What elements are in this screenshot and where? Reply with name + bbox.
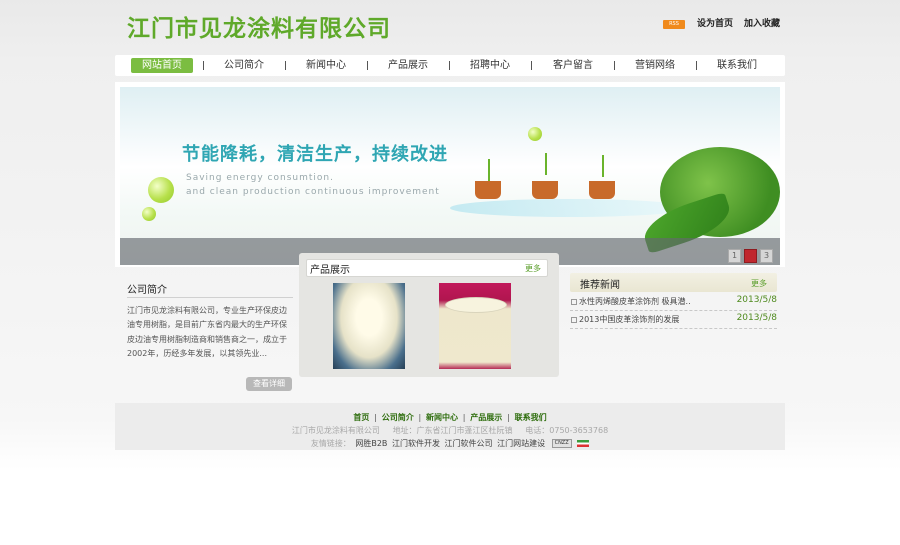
flowerpot-decoration	[475, 181, 501, 199]
banner-slogan: 节能降耗，清洁生产，持续改进	[182, 144, 448, 165]
footer: 首页 | 公司简介 | 新闻中心 | 产品展示 | 联系我们 江门市见龙涂料有限…	[115, 403, 785, 450]
slide-dot-2[interactable]: 2	[744, 249, 757, 263]
bullet-icon	[571, 317, 577, 323]
nav-item-jobs[interactable]: 招聘中心	[463, 58, 517, 73]
nav-item-network[interactable]: 营销网络	[628, 58, 682, 73]
product-image-2[interactable]	[439, 283, 511, 369]
slide-dot-3[interactable]: 3	[760, 249, 773, 263]
products-more-link[interactable]: 更多	[525, 263, 541, 274]
footer-links: 首页 | 公司简介 | 新闻中心 | 产品展示 | 联系我们	[115, 412, 785, 423]
footer-info: 江门市见龙涂料有限公司 地址：广东省江门市蓬江区杜阮镇 电话：0750-3653…	[115, 425, 785, 436]
products-title: 产品展示	[310, 265, 350, 276]
nav-item-home[interactable]: 网站首页	[131, 58, 193, 73]
flowerpot-decoration	[589, 181, 615, 199]
nav-item-products[interactable]: 产品展示	[381, 58, 435, 73]
news-item-title[interactable]: 2013中国皮革涂饰剂的发展	[579, 314, 679, 325]
set-homepage-link[interactable]: 设为首页	[697, 16, 733, 29]
footer-company: 江门市见龙涂料有限公司	[291, 426, 380, 435]
banner-slideshow[interactable]: 节能降耗，清洁生产，持续改进 Saving energy consumtion.…	[120, 87, 780, 265]
main-nav: 网站首页 公司简介 新闻中心 产品展示 招聘中心 客户留言 营销网络 联系我们	[115, 55, 785, 76]
friend-links: 友情链接： 网胜B2B 江门软件开发 江门软件公司 江门网站建设 CNZZ	[115, 438, 785, 449]
news-item[interactable]: 水性丙烯酸皮革涂饰剂 极具潜.. 2013/5/8	[570, 294, 777, 311]
footer-link-news[interactable]: 新闻中心	[426, 413, 458, 422]
nav-separator	[696, 61, 697, 70]
footer-link-about[interactable]: 公司简介	[382, 413, 414, 422]
bubble-decoration	[528, 127, 542, 141]
footer-separator: |	[462, 413, 466, 422]
friend-link[interactable]: 江门软件公司	[445, 439, 493, 448]
news-item[interactable]: 2013中国皮革涂饰剂的发展 2013/5/8	[570, 312, 777, 329]
slogan-en-line: Saving energy consumtion.	[186, 173, 334, 183]
nav-separator	[614, 61, 615, 70]
bullet-icon	[571, 299, 577, 305]
footer-link-home[interactable]: 首页	[353, 413, 369, 422]
nav-separator	[285, 61, 286, 70]
slogan-en-line: and clean production continuous improvem…	[186, 187, 440, 197]
cnzz-badge[interactable]: CNZZ	[551, 439, 572, 448]
flag-icon[interactable]	[577, 440, 590, 447]
footer-separator: |	[418, 413, 422, 422]
news-item-date: 2013/5/8	[736, 313, 777, 323]
bubble-decoration	[142, 207, 156, 221]
nav-item-contact[interactable]: 联系我们	[710, 58, 764, 73]
view-details-button[interactable]: 查看详细	[246, 377, 292, 391]
rss-icon[interactable]: RSS	[663, 20, 685, 29]
friend-link[interactable]: 江门软件开发	[392, 439, 440, 448]
cup-rim-decoration	[445, 297, 507, 313]
news-item-date: 2013/5/8	[736, 295, 777, 305]
footer-separator: |	[374, 413, 377, 422]
bubble-decoration	[148, 177, 174, 203]
about-title: 公司简介	[127, 285, 167, 296]
footer-separator: |	[507, 413, 510, 422]
nav-separator	[531, 61, 532, 70]
slide-dot-1[interactable]: 1	[728, 249, 741, 263]
nav-separator	[449, 61, 450, 70]
sprout-decoration	[488, 159, 490, 181]
nav-separator	[203, 61, 204, 70]
footer-link-products[interactable]: 产品展示	[470, 413, 502, 422]
nav-item-news[interactable]: 新闻中心	[299, 58, 353, 73]
sprout-decoration	[602, 155, 604, 177]
sprout-decoration	[545, 153, 547, 175]
add-favorite-link[interactable]: 加入收藏	[744, 16, 780, 29]
flowerpot-decoration	[532, 181, 558, 199]
nav-item-guestbook[interactable]: 客户留言	[546, 58, 600, 73]
friend-links-label: 友情链接：	[310, 439, 351, 448]
banner-slogan-en: Saving energy consumtion. and clean prod…	[186, 171, 440, 199]
nav-item-about[interactable]: 公司简介	[217, 58, 271, 73]
footer-link-contact[interactable]: 联系我们	[515, 413, 547, 422]
friend-link[interactable]: 网胜B2B	[355, 439, 387, 448]
divider	[127, 297, 293, 298]
about-text: 江门市见龙涂料有限公司，专业生产环保皮边油专用树脂，是目前广东省内最大的生产环保…	[127, 306, 287, 358]
news-more-link[interactable]: 更多	[751, 278, 767, 289]
friend-link[interactable]: 江门网站建设	[497, 439, 545, 448]
news-item-title[interactable]: 水性丙烯酸皮革涂饰剂 极具潜..	[579, 296, 691, 307]
water-decoration	[450, 199, 690, 217]
nav-separator	[367, 61, 368, 70]
footer-phone: 电话：0750-3653768	[525, 426, 609, 435]
company-logo[interactable]: 江门市见龙涂料有限公司	[127, 9, 391, 43]
footer-address: 地址：广东省江门市蓬江区杜阮镇	[392, 426, 513, 435]
product-image-1[interactable]	[333, 283, 405, 369]
news-title: 推荐新闻	[580, 280, 620, 291]
